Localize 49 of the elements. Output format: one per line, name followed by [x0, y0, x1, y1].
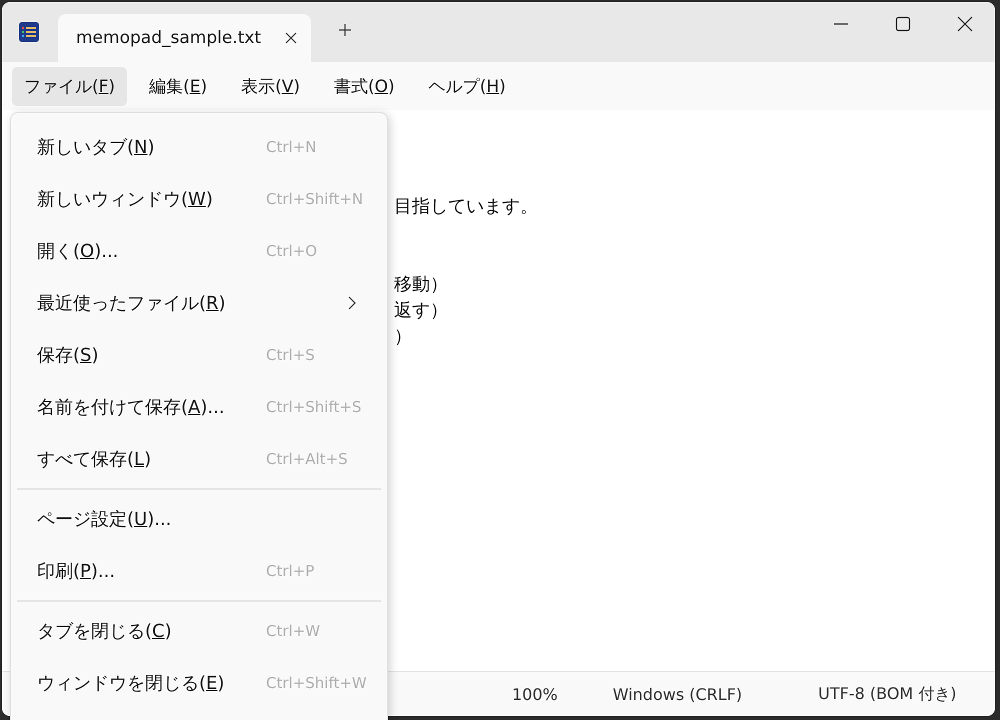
shortcut-text: Ctrl+Shift+W — [266, 674, 367, 692]
menu-bar-item[interactable]: 表示(V) — [229, 66, 312, 106]
document-tab[interactable]: memopad_sample.txt — [58, 14, 311, 62]
chevron-right-icon — [348, 296, 356, 310]
menu-item-label: 開く(O)... — [37, 240, 118, 263]
text-line: 目指しています。 — [394, 195, 539, 219]
menu-item-label: 保存(S) — [37, 344, 98, 367]
shortcut-text: Ctrl+Shift+S — [266, 398, 362, 416]
shortcut-text: Ctrl+P — [266, 562, 314, 580]
menu-item[interactable]: ページ設定(U)... — [11, 493, 387, 545]
menu-item[interactable]: すべて保存(L) Ctrl+Alt+S — [11, 433, 387, 485]
menu-item[interactable]: 名前を付けて保存(A)... Ctrl+Shift+S — [11, 381, 387, 433]
menu-item[interactable]: 開く(O)... Ctrl+O — [11, 225, 387, 277]
maximize-icon[interactable] — [895, 16, 911, 32]
shortcut-text: Ctrl+S — [266, 346, 315, 364]
menu-bar-item[interactable]: ファイル(F) — [12, 66, 128, 106]
menu-item-label: ウィンドウを閉じる(E) — [37, 672, 224, 695]
menu-item[interactable]: 新しいウィンドウ(W) Ctrl+Shift+N — [11, 173, 387, 225]
shortcut-text: Ctrl+N — [266, 138, 316, 156]
menu-bar-item[interactable]: 編集(E) — [137, 66, 220, 106]
add-tab-icon[interactable] — [338, 23, 352, 37]
menu-item[interactable]: 印刷(P)... Ctrl+P — [11, 545, 387, 597]
status-text: UTF-8 (BOM 付き) — [818, 684, 957, 704]
text-line: 返す） — [394, 299, 449, 323]
menu-item-label: 最近使ったファイル(R) — [37, 292, 226, 315]
shortcut-text: Ctrl+Alt+S — [266, 450, 348, 468]
notepad-icon — [18, 21, 40, 43]
menu-item-label: ページ設定(U)... — [37, 508, 172, 531]
menu-item[interactable]: 保存(S) Ctrl+S — [11, 329, 387, 381]
menu-item-label: 新しいタブ(N) — [37, 136, 155, 159]
menu-item[interactable]: 最近使ったファイル(R) — [11, 277, 387, 329]
menu-item[interactable]: タブを閉じる(C) Ctrl+W — [11, 605, 387, 657]
menu-item-label: すべて保存(L) — [37, 448, 152, 471]
status-text: 100% — [512, 684, 558, 704]
close-icon[interactable] — [285, 32, 297, 44]
menu-bar-item[interactable]: ヘルプ(H) — [416, 66, 518, 106]
menu-item-label: 新しいウィンドウ(W) — [37, 188, 213, 211]
menu-item-label: タブを閉じる(C) — [37, 620, 172, 643]
menu-item[interactable]: 新しいタブ(N) Ctrl+N — [11, 121, 387, 173]
menu-item-label: 印刷(P)... — [37, 560, 116, 583]
status-text: Windows (CRLF) — [612, 684, 742, 704]
shortcut-text: Ctrl+W — [266, 622, 320, 640]
text-line: ） — [394, 325, 413, 349]
close-icon[interactable] — [957, 16, 973, 32]
menu-item-label: 名前を付けて保存(A)... — [37, 396, 225, 419]
menu-bar-item[interactable]: 書式(O) — [322, 66, 407, 106]
text-line: 移動） — [394, 273, 449, 297]
shortcut-text: Ctrl+Shift+N — [266, 190, 364, 208]
shortcut-text: Ctrl+O — [266, 242, 318, 260]
